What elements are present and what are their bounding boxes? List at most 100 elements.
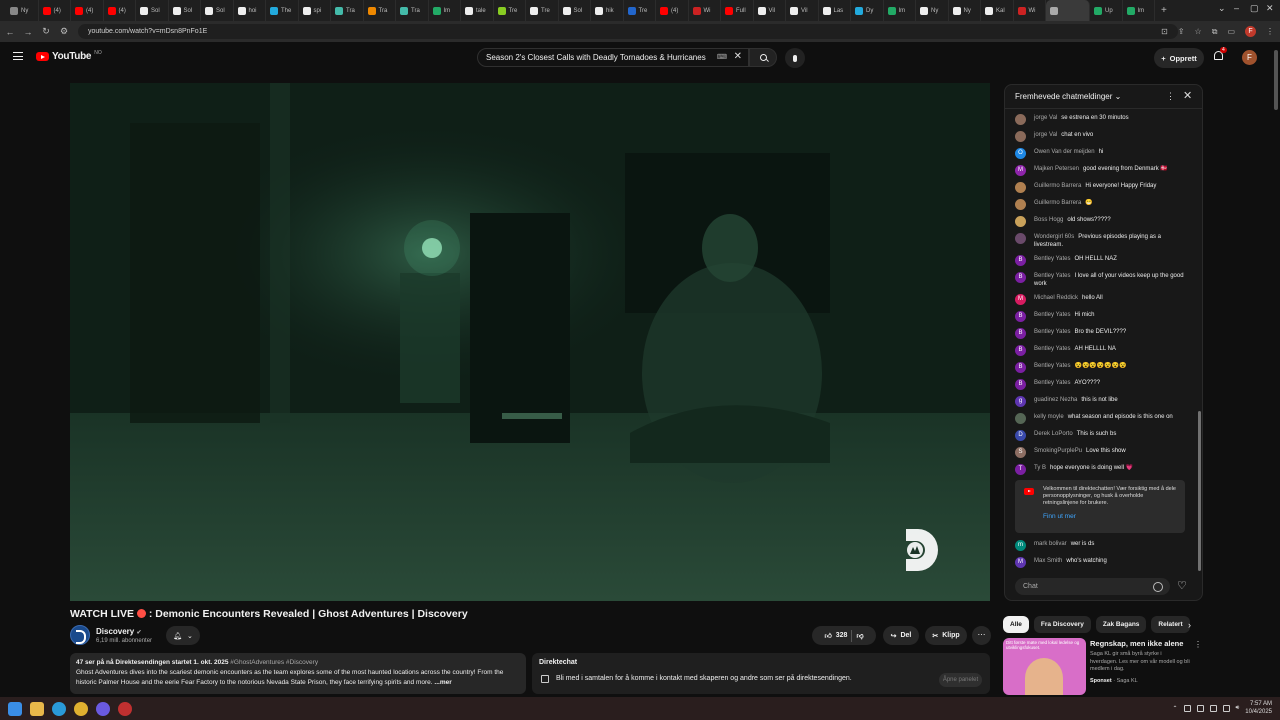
ad-thumbnail[interactable]: Ditt første møte med lokal ledelse og ut… (1003, 638, 1086, 695)
chat-options-icon[interactable]: ⋮ (1166, 91, 1175, 102)
browser-tab[interactable]: Sol (559, 0, 591, 21)
chat-message[interactable]: M Majken Petersen good evening from Denmar… (1005, 162, 1195, 179)
channel-avatar[interactable] (70, 625, 90, 645)
browser-tab[interactable]: Sol (136, 0, 169, 21)
app-icon[interactable] (118, 701, 132, 716)
chat-message[interactable]: S SmokingPurplePu Love this show (1005, 444, 1195, 461)
author-name[interactable]: Guillermo Barrera (1034, 183, 1081, 189)
site-info-icon[interactable]: ⚙ (56, 26, 72, 37)
browser-tab[interactable]: Tre (494, 0, 526, 21)
chat-message[interactable]: B Bentley Yates Bro the DEVIL???? (1005, 325, 1195, 342)
chat-message[interactable]: jorge Val chat en vivo (1005, 128, 1195, 145)
author-avatar[interactable]: B (1015, 345, 1026, 356)
author-avatar[interactable] (1015, 182, 1026, 193)
author-avatar[interactable] (1015, 216, 1026, 227)
browser-tab[interactable]: (4) (656, 0, 689, 21)
browser-tab[interactable]: hik (591, 0, 624, 21)
chat-message[interactable]: jorge Val se estrena en 30 minutos (1005, 111, 1195, 128)
edge-icon[interactable] (52, 701, 66, 716)
bookmark-star-icon[interactable]: ☆ (1195, 27, 1202, 36)
browser-tab[interactable]: Tre (526, 0, 559, 21)
browser-tab[interactable] (1046, 0, 1090, 21)
taskbar-clock[interactable]: 7:57 AM 10/4/2025 (1245, 700, 1272, 716)
chat-message[interactable]: Guillermo Barrera 😁 (1005, 196, 1195, 213)
thumbs-down-icon[interactable]: 👎︎ (856, 631, 863, 640)
browser-tab[interactable]: Ny (949, 0, 981, 21)
browser-tab[interactable]: Im (1123, 0, 1155, 21)
author-avatar[interactable]: B (1015, 328, 1026, 339)
keyboard-icon[interactable]: ⌨ (717, 53, 727, 61)
reload-icon[interactable]: ↻ (38, 26, 54, 37)
chat-message[interactable]: B Bentley Yates AYO???? (1005, 376, 1195, 393)
window-close-icon[interactable]: ✕ (1266, 3, 1274, 14)
desc-hashtags[interactable]: #GhostAdventures #Discovery (230, 659, 318, 666)
browser-tab[interactable]: Ny (6, 0, 39, 21)
author-name[interactable]: Bentley Yates (1034, 346, 1070, 352)
chat-message[interactable]: B Bentley Yates Hi mich (1005, 308, 1195, 325)
chat-message[interactable]: kelly moyle what season and episode is th… (1005, 410, 1195, 427)
chevron-right-icon[interactable]: › (1188, 620, 1191, 630)
split-icon[interactable]: ▭ (1227, 27, 1235, 36)
tray-chevron-icon[interactable]: ⌃ (1172, 705, 1177, 712)
page-scrollbar[interactable] (1274, 47, 1278, 697)
author-name[interactable]: Bentley Yates (1034, 380, 1070, 386)
volume-icon[interactable]: 🔊︎ (1236, 705, 1240, 712)
author-avatar[interactable]: D (1015, 430, 1026, 441)
clip-button[interactable]: ✂ Klipp (925, 626, 967, 645)
browser-tab[interactable]: hoi (234, 0, 266, 21)
video-description[interactable]: 47 ser på nå Direktesendingen startet 1.… (70, 653, 526, 694)
author-avatar[interactable] (1015, 199, 1026, 210)
back-icon[interactable]: ← (2, 27, 18, 37)
tab-search-icon[interactable]: ⌄ (1218, 3, 1226, 14)
author-avatar[interactable]: O (1015, 148, 1026, 159)
browser-tab[interactable]: (4) (104, 0, 136, 21)
share-icon[interactable]: ⇪ (1178, 27, 1185, 36)
chat-message[interactable]: D Derek LoPorto This is such bs (1005, 427, 1195, 444)
subscription-bell-button[interactable]: 🔔︎ ⌄ (166, 626, 200, 645)
author-name[interactable]: jorge Val (1034, 115, 1057, 121)
filter-chip[interactable]: Alle (1003, 616, 1029, 633)
chat-message[interactable]: T Ty B hope everyone is doing well 💗 (1005, 461, 1195, 478)
author-avatar[interactable]: m (1015, 540, 1026, 551)
author-name[interactable]: Wondergirl 60s (1034, 234, 1074, 240)
chat-message[interactable]: Guillermo Barrera Hi everyone! Happy Frid… (1005, 179, 1195, 196)
browser-tab[interactable]: Wi (689, 0, 721, 21)
author-name[interactable]: Bentley Yates (1034, 329, 1070, 335)
tray-app-icon[interactable] (1196, 704, 1204, 712)
chat-mode-dropdown[interactable]: Fremhevede chatmeldinger ⌄ (1015, 92, 1121, 101)
chat-message[interactable]: Boss Hogg old shows????? (1005, 213, 1195, 230)
author-name[interactable]: kelly moyle (1034, 414, 1064, 420)
emoji-icon[interactable] (1153, 582, 1163, 592)
browser-tab[interactable]: Sol (169, 0, 201, 21)
author-avatar[interactable]: M (1015, 294, 1026, 305)
author-name[interactable]: Ty B (1034, 465, 1046, 471)
chat-message[interactable]: O Owen Van der meijden hi (1005, 145, 1195, 162)
youtube-logo[interactable]: YouTube NO (36, 50, 102, 62)
browser-tab[interactable]: Dy (851, 0, 884, 21)
browser-tab[interactable]: spi (299, 0, 331, 21)
author-name[interactable]: Owen Van der meijden (1034, 149, 1095, 155)
filter-chip[interactable]: Zak Bagans (1095, 616, 1147, 633)
more-actions-button[interactable]: ⋯ (972, 626, 991, 645)
chat-message-list[interactable]: jorge Val se estrena en 30 minutos jorge V… (1005, 111, 1195, 573)
browser-tab[interactable]: Up (1090, 0, 1123, 21)
browser-tab[interactable]: Ny (916, 0, 949, 21)
author-avatar[interactable]: M (1015, 165, 1026, 176)
filter-chip[interactable]: Fra Discovery (1033, 616, 1091, 633)
browser-tab[interactable]: tale (461, 0, 494, 21)
minimize-icon[interactable]: – (1234, 3, 1239, 13)
notifications-button[interactable]: 4 (1214, 47, 1227, 62)
search-input[interactable]: Season 2's Closest Calls with Deadly Tor… (477, 48, 749, 67)
author-avatar[interactable]: B (1015, 272, 1026, 283)
chat-message[interactable]: g guadinez Nezha this is not libe (1005, 393, 1195, 410)
browser-tab[interactable]: Full (721, 0, 754, 21)
author-avatar[interactable]: T (1015, 464, 1026, 475)
author-avatar[interactable] (1015, 413, 1026, 424)
desc-more-link[interactable]: ...mer (434, 679, 451, 686)
browser-tab[interactable]: Sol (201, 0, 234, 21)
tray-app-icon[interactable] (1183, 704, 1191, 712)
account-avatar[interactable]: F (1242, 50, 1257, 65)
author-name[interactable]: Michael Reddick (1034, 295, 1078, 301)
author-name[interactable]: Bentley Yates (1034, 256, 1070, 262)
author-name[interactable]: jorge Val (1034, 132, 1057, 138)
